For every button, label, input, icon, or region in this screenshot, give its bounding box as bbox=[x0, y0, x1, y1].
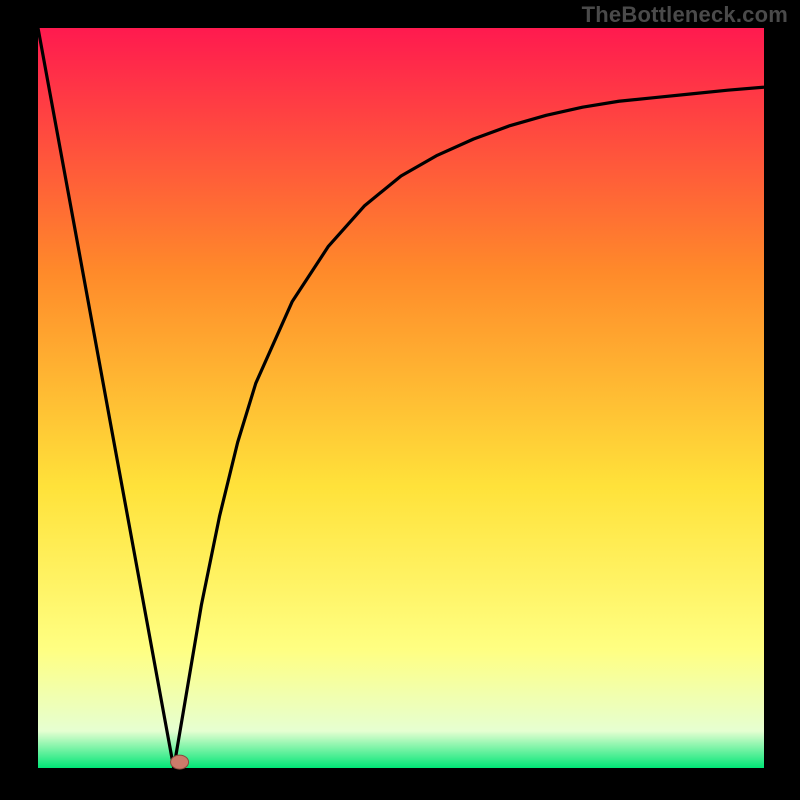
attribution-label: TheBottleneck.com bbox=[582, 2, 788, 28]
optimum-marker bbox=[171, 755, 189, 769]
plot-heat-background bbox=[38, 28, 764, 768]
chart-frame: TheBottleneck.com bbox=[0, 0, 800, 800]
bottleneck-chart bbox=[0, 0, 800, 800]
